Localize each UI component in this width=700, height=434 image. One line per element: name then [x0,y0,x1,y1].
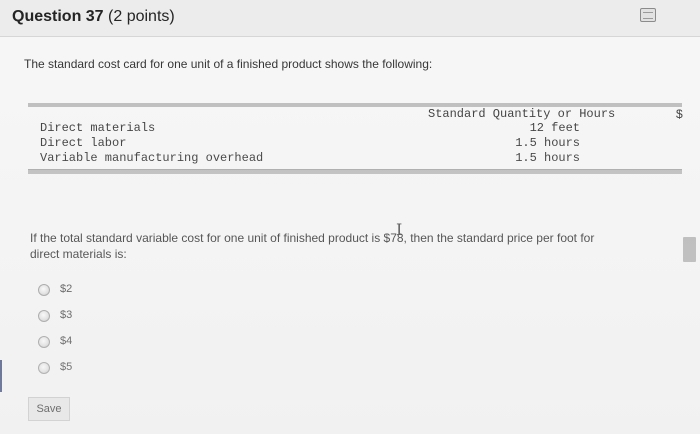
question-header: Question 37 (2 points) [0,0,700,37]
notepad-icon[interactable] [640,8,656,22]
cost-card-bottom-band [28,169,682,174]
question-points: (2 points) [108,8,175,25]
question-intro: The standard cost card for one unit of a… [24,57,433,71]
radio-button[interactable] [38,362,50,374]
cost-row-label: Direct labor [40,136,127,150]
text-cursor-icon: I [396,220,403,239]
answer-option[interactable]: $3 [38,309,158,325]
question-text: If the total standard variable cost for … [30,230,650,262]
answer-option-label: $3 [60,309,73,321]
cost-row-value: 1.5 hours [515,151,580,165]
answer-option[interactable]: $5 [38,361,158,377]
answer-option[interactable]: $2 [38,283,158,299]
radio-button[interactable] [38,284,50,296]
scrollbar-thumb[interactable] [683,237,696,262]
answer-option[interactable]: $4 [38,335,158,351]
answer-option-label: $5 [60,361,73,373]
answer-option-label: $2 [60,283,73,295]
window-edge-divider [0,360,2,392]
radio-button[interactable] [38,336,50,348]
cost-card-header-quantity: Standard Quantity or Hours [428,107,616,121]
question-number: Question 37 [12,8,104,25]
question-text-line: direct materials is: [30,247,127,261]
cost-card-header-price: $ [676,107,683,121]
cost-row-label: Direct materials [40,121,156,135]
question-title: Question 37 (2 points) [12,8,175,26]
question-text-line: If the total standard variable cost for … [30,231,595,245]
radio-button[interactable] [38,310,50,322]
standard-cost-card: Standard Quantity or Hours $ Direct mate… [28,103,683,174]
answer-option-label: $4 [60,335,73,347]
cost-row-value: 12 feet [529,121,580,135]
cost-row-label: Variable manufacturing overhead [40,151,264,165]
save-button[interactable]: Save [28,397,70,421]
cost-row-value: 1.5 hours [515,136,580,150]
